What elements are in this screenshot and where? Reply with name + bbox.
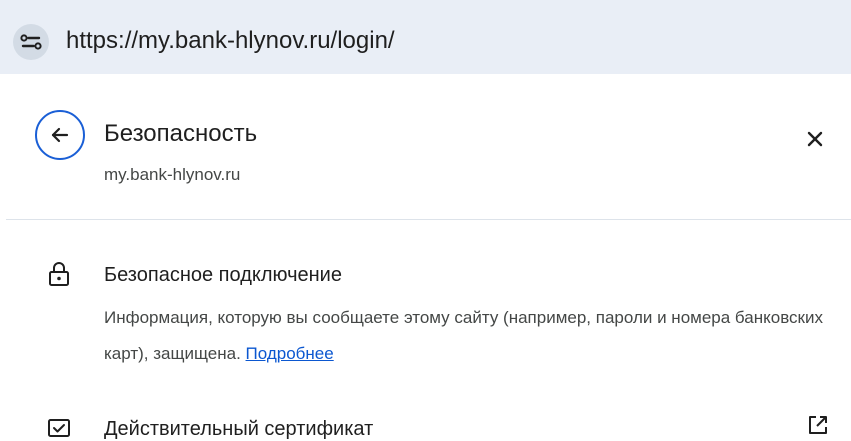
panel-subtitle: my.bank-hlynov.ru [104, 165, 241, 184]
open-in-new-icon[interactable] [807, 414, 829, 436]
tune-icon [20, 34, 42, 50]
address-bar: https://my.bank-hlynov.ru/login/ [0, 0, 851, 74]
url-text[interactable]: https://my.bank-hlynov.ru/login/ [66, 27, 395, 55]
arrow-left-icon [51, 127, 69, 143]
connection-description: Информация, которую вы сообщаете этому с… [104, 300, 839, 372]
divider [6, 219, 851, 220]
panel-title: Безопасность [104, 120, 258, 147]
connection-description-text: Информация, которую вы сообщаете этому с… [104, 308, 823, 363]
learn-more-link[interactable]: Подробнее [246, 344, 334, 363]
connection-status-title: Безопасное подключение [104, 264, 342, 286]
site-info-button[interactable] [13, 24, 49, 60]
close-button[interactable] [798, 122, 832, 156]
close-icon [807, 131, 823, 147]
back-button[interactable] [35, 110, 85, 160]
lock-icon [49, 262, 69, 286]
certificate-row[interactable]: Действительный сертификат [104, 418, 373, 441]
certificate-icon [48, 419, 70, 437]
